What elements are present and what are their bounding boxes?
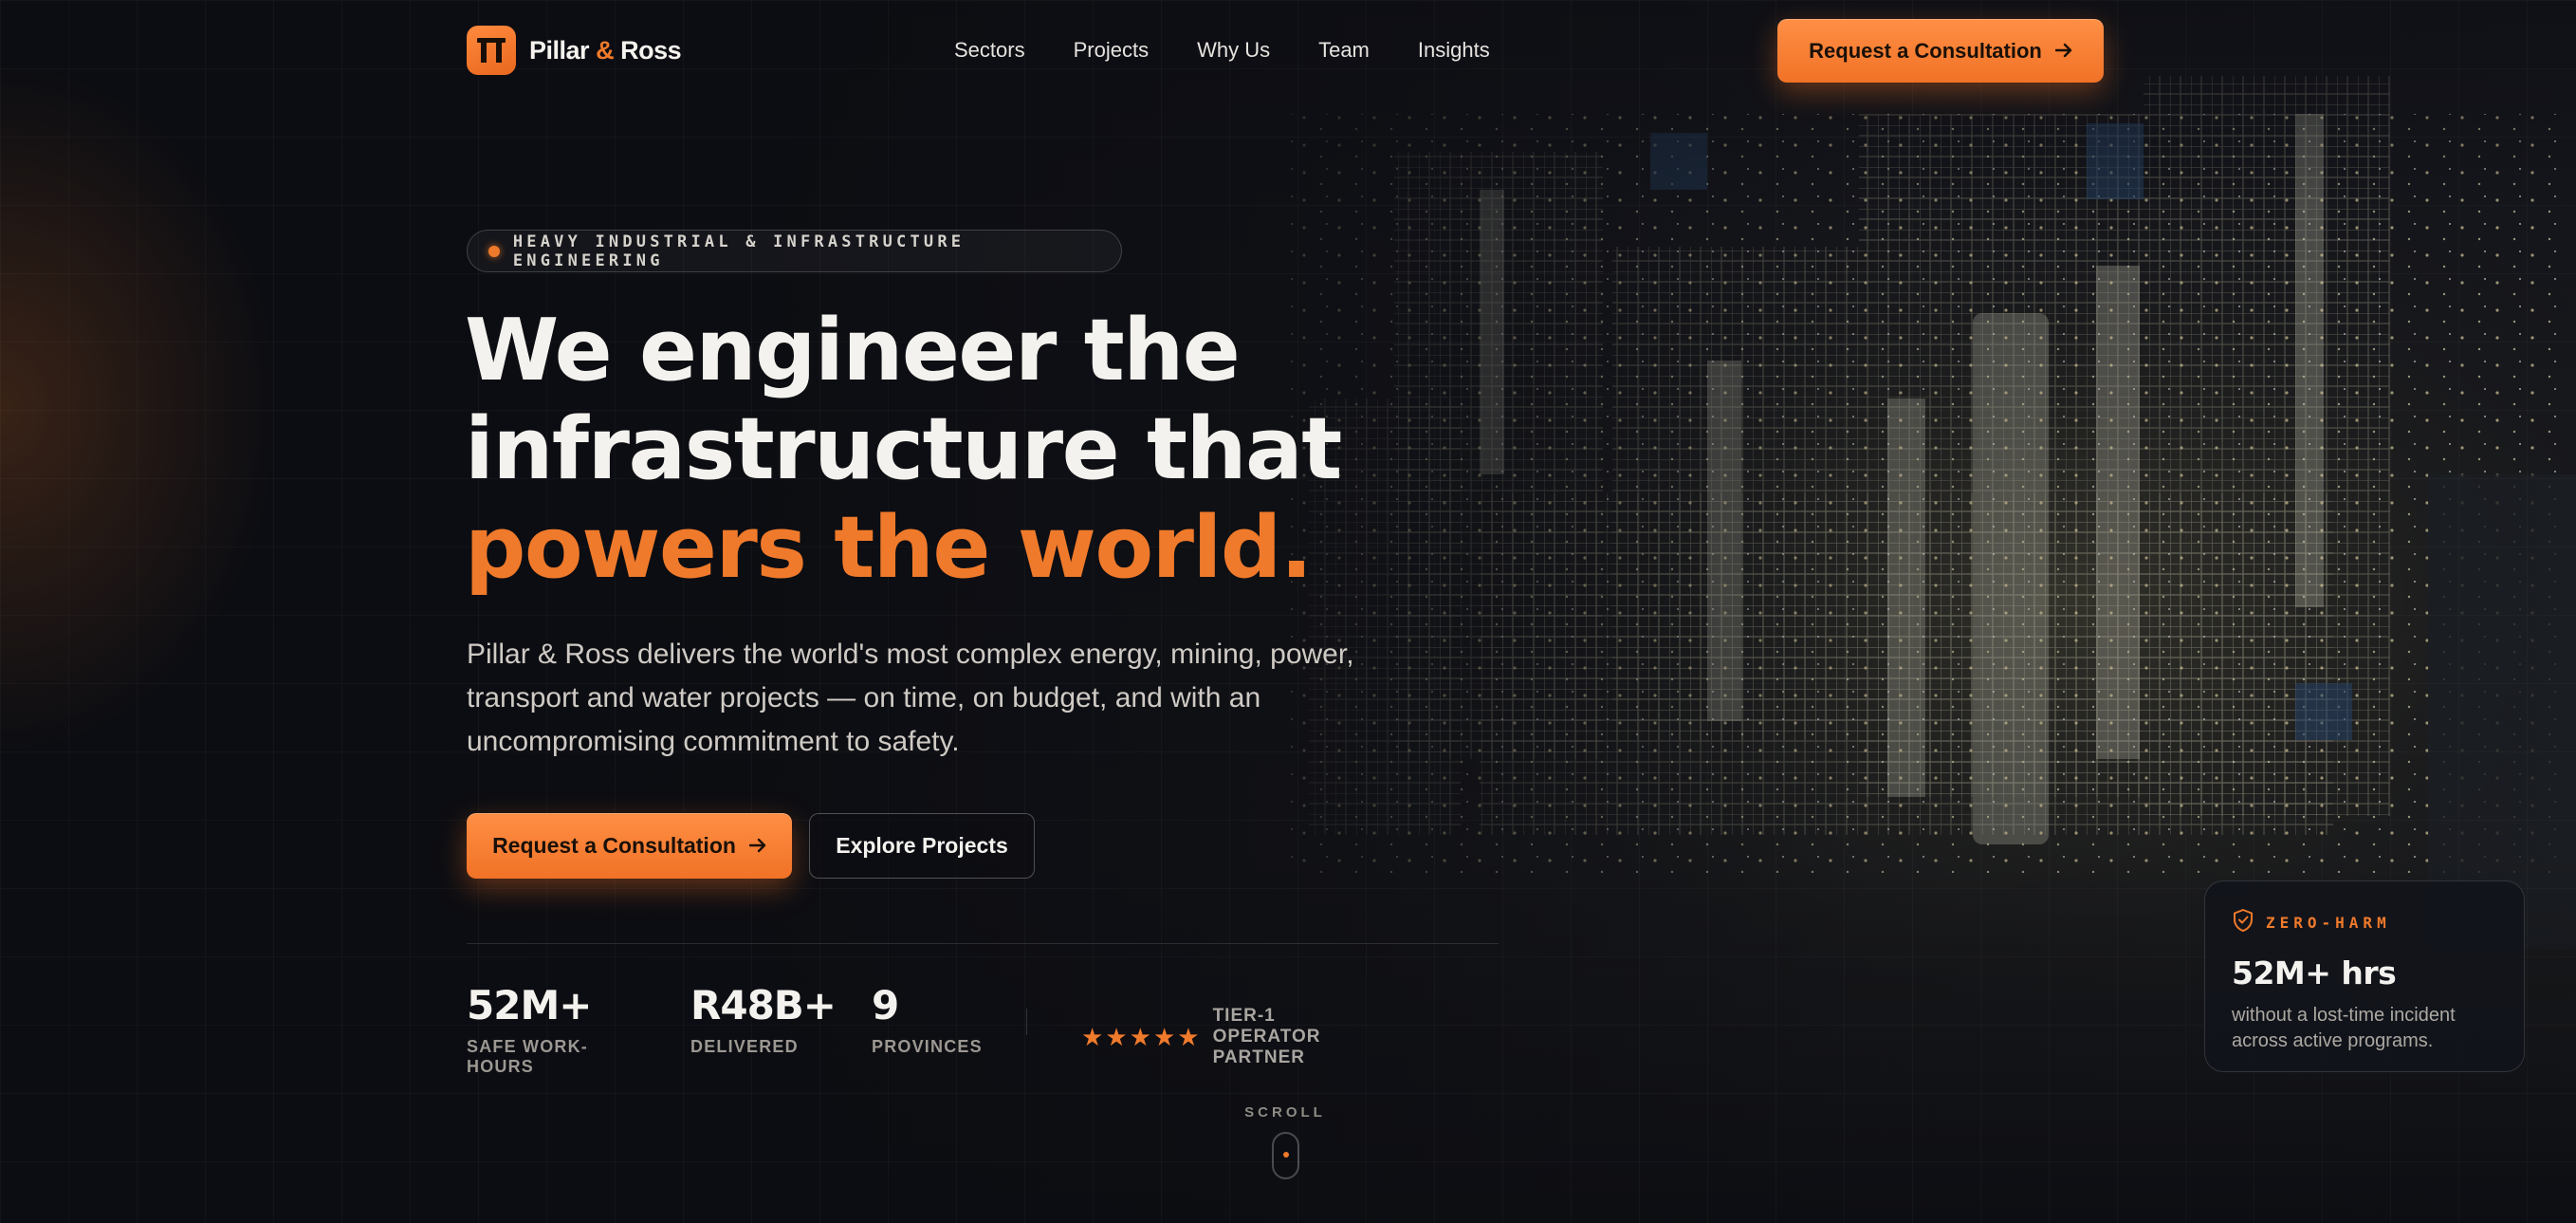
- star-icon: ★: [1129, 1023, 1151, 1051]
- brand-name: Pillar & Ross: [529, 35, 682, 65]
- hero-description: Pillar & Ross delivers the world's most …: [467, 639, 1354, 757]
- brand-logo[interactable]: Pillar & Ross: [467, 26, 682, 75]
- top-nav: Pillar & Ross Sectors Projects Why Us Te…: [467, 19, 2104, 85]
- hero-headline: We engineer the infrastructure that powe…: [465, 302, 1603, 598]
- shield-check-icon: [2232, 908, 2254, 937]
- stat-label: DELIVERED: [690, 1037, 799, 1056]
- headline-accent: powers the world.: [465, 498, 1313, 598]
- nav-link-team[interactable]: Team: [1318, 38, 1370, 63]
- mouse-scroll-icon: [1271, 1132, 1299, 1179]
- brand-ampersand: &: [596, 35, 615, 65]
- star-icon: ★: [1105, 1023, 1128, 1051]
- status-dot-icon: [488, 245, 500, 257]
- arrow-right-icon: [2054, 39, 2072, 64]
- stat-provinces: 9 PROVINCES: [872, 982, 983, 1057]
- hero-eyebrow-badge: HEAVY INDUSTRIAL & INFRASTRUCTURE ENGINE…: [467, 230, 1122, 272]
- stat-safe-work-hours: 52M+ SAFE WORK-HOURS: [467, 982, 592, 1077]
- arrow-right-icon: [748, 833, 766, 859]
- hero-eyebrow-text: HEAVY INDUSTRIAL & INFRASTRUCTURE ENGINE…: [512, 232, 966, 270]
- nav-consultation-button[interactable]: Request a Consultation: [1777, 19, 2104, 83]
- hero-section: Pillar & Ross Sectors Projects Why Us Te…: [0, 0, 2576, 1223]
- star-icon: ★: [1152, 1023, 1176, 1051]
- nav-consultation-label: Request a Consultation: [1809, 38, 2042, 63]
- stat-value: 9: [872, 982, 899, 1028]
- zero-harm-header: ZERO-HARM: [2232, 908, 2524, 937]
- star-icon: ★: [1177, 1023, 1200, 1051]
- brand-name-part2: Ross: [620, 35, 682, 65]
- partner-rating: ★ ★ ★ ★ ★ TIER-1 OPERATOR PARTNER: [1081, 1006, 1320, 1068]
- scroll-indicator[interactable]: SCROLL: [1238, 1104, 1333, 1179]
- scroll-dot: [1282, 1152, 1289, 1158]
- zero-harm-description: without a lost-time incident across acti…: [2232, 1005, 2456, 1051]
- explore-projects-button[interactable]: Explore Projects: [809, 813, 1035, 879]
- nav-link-why-us[interactable]: Why Us: [1197, 38, 1270, 63]
- pillar-logo-icon: [467, 26, 516, 75]
- scroll-label: SCROLL: [1244, 1104, 1326, 1121]
- stat-delivered: R48B+ DELIVERED: [690, 982, 837, 1057]
- rating-label: TIER-1 OPERATOR PARTNER: [1212, 1006, 1321, 1067]
- stat-label: PROVINCES: [872, 1037, 983, 1056]
- stat-value: 52M+: [467, 982, 592, 1028]
- stats-separator: [1026, 1009, 1027, 1035]
- zero-harm-card: ZERO-HARM 52M+ hrs without a lost-time i…: [2204, 880, 2525, 1072]
- zero-harm-value: 52M+ hrs: [2232, 954, 2397, 991]
- rating-stars: ★ ★ ★ ★ ★: [1081, 1025, 1200, 1049]
- nav-link-sectors[interactable]: Sectors: [954, 38, 1025, 63]
- headline-line-2: infrastructure that: [465, 399, 1342, 499]
- hero-consultation-label: Request a Consultation: [492, 833, 736, 858]
- explore-projects-label: Explore Projects: [836, 833, 1008, 858]
- nav-link-projects[interactable]: Projects: [1074, 38, 1149, 63]
- zero-harm-tag: ZERO-HARM: [2266, 914, 2391, 932]
- stat-value: R48B+: [690, 982, 837, 1028]
- nav-link-insights[interactable]: Insights: [1418, 38, 1490, 63]
- star-icon: ★: [1081, 1023, 1104, 1051]
- stats-divider: [467, 943, 1499, 944]
- headline-line-1: We engineer the: [465, 301, 1241, 400]
- nav-links: Sectors Projects Why Us Team Insights: [954, 38, 1538, 63]
- hero-consultation-button[interactable]: Request a Consultation: [467, 813, 792, 879]
- stat-label: SAFE WORK-HOURS: [467, 1037, 588, 1076]
- brand-name-part1: Pillar: [529, 35, 590, 65]
